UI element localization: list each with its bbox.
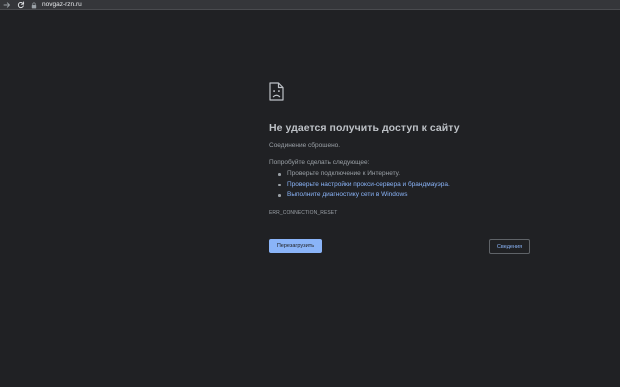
check-proxy-link[interactable]: Проверьте настройки прокси-сервера и бра… bbox=[287, 181, 450, 188]
suggestions-title: Попробуйте сделать следующее: bbox=[269, 159, 370, 166]
network-diagnostics-link[interactable]: Выполните диагностику сети в Windows bbox=[287, 191, 407, 198]
suggestion-text: Проверьте подключение к Интернету. bbox=[287, 170, 401, 177]
reload-button[interactable] bbox=[16, 0, 26, 10]
error-heading: Не удается получить доступ к сайту bbox=[269, 122, 460, 134]
browser-toolbar: novgaz-rzn.ru bbox=[0, 0, 620, 10]
error-page: Не удается получить доступ к сайту Соеди… bbox=[0, 11, 620, 387]
suggestion-run-diagnostics: Выполните диагностику сети в Windows bbox=[277, 190, 450, 201]
suggestion-check-proxy: Проверьте настройки прокси-сервера и бра… bbox=[277, 180, 450, 191]
details-button[interactable]: Сведения bbox=[489, 239, 530, 254]
arrow-right-icon bbox=[3, 2, 10, 8]
error-description: Соединение сброшено. bbox=[269, 142, 341, 149]
suggestion-check-connection: Проверьте подключение к Интернету. bbox=[277, 169, 450, 180]
lock-icon[interactable] bbox=[31, 2, 37, 9]
reload-icon bbox=[17, 1, 25, 9]
error-code: ERR_CONNECTION_RESET bbox=[269, 210, 338, 216]
url-text[interactable]: novgaz-rzn.ru bbox=[42, 0, 82, 10]
suggestions-list: Проверьте подключение к Интернету. Прове… bbox=[277, 169, 450, 201]
address-bar[interactable]: novgaz-rzn.ru bbox=[31, 0, 82, 10]
sad-document-icon bbox=[269, 82, 284, 101]
reload-page-button[interactable]: Перезагрузить bbox=[269, 239, 322, 253]
forward-button[interactable] bbox=[2, 0, 12, 10]
